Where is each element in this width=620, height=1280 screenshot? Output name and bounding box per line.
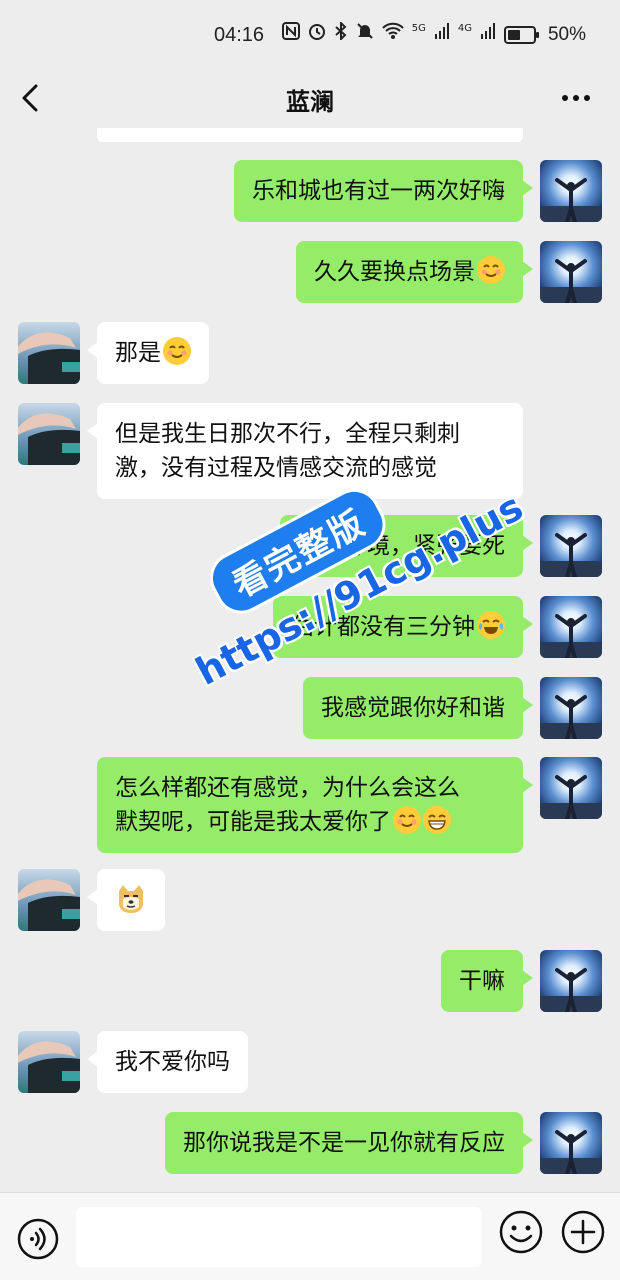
input-bar xyxy=(0,1192,620,1280)
message-text: 默契呢，可能是我太爱你了 xyxy=(115,809,391,835)
status-bar: 04:16 5G 4G 50% xyxy=(0,0,620,70)
voice-icon xyxy=(17,1218,59,1260)
message-row: 乐和城也有过一两次好嗨 xyxy=(0,160,620,222)
alarm-icon xyxy=(308,22,326,47)
chat-header: 蓝澜 xyxy=(0,70,620,128)
contact-avatar[interactable] xyxy=(18,1031,80,1093)
chat-title: 蓝澜 xyxy=(286,88,334,116)
contact-message-bubble[interactable]: 我不爱你吗 xyxy=(87,1031,248,1093)
my-avatar[interactable] xyxy=(540,677,602,739)
my-avatar[interactable] xyxy=(540,1112,602,1174)
message-row: 久久要换点场景 xyxy=(0,241,620,303)
message-text: 但是我生日那次不行，全程只剩刺 xyxy=(115,421,460,447)
message-text: 怎么样都还有感觉，为什么会这么 xyxy=(115,775,460,801)
message-row: 但是我生日那次不行，全程只剩刺 激，没有过程及情感交流的感觉 xyxy=(0,403,620,499)
message-row: 怎么样都还有感觉，为什么会这么 默契呢，可能是我太爱你了 xyxy=(0,757,620,853)
message-text: 估计都没有三分钟 xyxy=(291,614,475,640)
message-text: 我不爱你吗 xyxy=(115,1049,230,1075)
contact-avatar[interactable] xyxy=(18,403,80,465)
contact-message-bubble[interactable] xyxy=(87,869,165,931)
doge-emoji-icon xyxy=(115,885,147,921)
signal-4g-icon: 4G xyxy=(457,22,472,34)
partial-message-bubble xyxy=(97,128,523,142)
my-message-bubble[interactable]: 怎么样都还有感觉，为什么会这么 默契呢，可能是我太爱你了 xyxy=(97,757,533,853)
blush-emoji-icon xyxy=(477,256,505,284)
bluetooth-icon xyxy=(334,20,348,47)
battery-icon xyxy=(503,25,539,44)
message-text: 久久要换点场景 xyxy=(314,259,475,285)
contact-avatar[interactable] xyxy=(18,869,80,931)
more-button[interactable] xyxy=(560,84,592,112)
message-row: 那是 xyxy=(0,322,620,384)
signal-5g-icon: 5G xyxy=(411,22,426,34)
voice-button[interactable] xyxy=(16,1217,60,1261)
my-avatar[interactable] xyxy=(540,596,602,658)
wifi-icon xyxy=(382,22,404,47)
my-avatar[interactable] xyxy=(540,241,602,303)
message-text: 那种环境，紧张要死 xyxy=(298,533,505,559)
message-row: 估计都没有三分钟 xyxy=(0,596,620,658)
blush-emoji-icon xyxy=(393,806,421,834)
signal-bars-icon xyxy=(480,22,496,47)
smiley-icon xyxy=(499,1210,543,1254)
message-list[interactable]: 乐和城也有过一两次好嗨 久久要换点场景 那是 但是我生日那次不行，全程只剩刺 激… xyxy=(0,128,620,1192)
message-row: 干嘛 xyxy=(0,950,620,1012)
my-avatar[interactable] xyxy=(540,515,602,577)
my-message-bubble[interactable]: 我感觉跟你好和谐 xyxy=(303,677,533,739)
tears-of-joy-emoji-icon xyxy=(477,611,505,639)
nfc-icon xyxy=(281,22,300,47)
my-avatar[interactable] xyxy=(540,950,602,1012)
message-text: 我感觉跟你好和谐 xyxy=(321,695,505,721)
message-row: 我不爱你吗 xyxy=(0,1031,620,1093)
my-message-bubble[interactable]: 干嘛 xyxy=(441,950,533,1012)
mute-icon xyxy=(356,22,374,47)
contact-message-bubble[interactable]: 但是我生日那次不行，全程只剩刺 激，没有过程及情感交流的感觉 xyxy=(87,403,523,499)
my-message-bubble[interactable]: 那你说我是不是一见你就有反应 xyxy=(165,1112,533,1174)
message-row: 我感觉跟你好和谐 xyxy=(0,677,620,739)
contact-message-bubble[interactable]: 那是 xyxy=(87,322,209,384)
message-row: 那你说我是不是一见你就有反应 xyxy=(0,1112,620,1174)
signal-bars-icon xyxy=(434,22,450,47)
status-icons: 5G 4G 50% xyxy=(281,20,586,47)
laugh-emoji-icon xyxy=(423,806,451,834)
message-text: 激，没有过程及情感交流的感觉 xyxy=(115,455,437,481)
message-row xyxy=(0,869,620,931)
my-message-bubble[interactable]: 估计都没有三分钟 xyxy=(273,596,533,658)
message-text: 干嘛 xyxy=(459,968,505,994)
message-row: 那种环境，紧张要死 xyxy=(0,515,620,577)
my-message-bubble[interactable]: 乐和城也有过一两次好嗨 xyxy=(234,160,533,222)
emoji-button[interactable] xyxy=(498,1209,544,1255)
more-dots-icon xyxy=(562,95,590,101)
message-text: 那你说我是不是一见你就有反应 xyxy=(183,1130,505,1156)
my-message-bubble[interactable]: 那种环境，紧张要死 xyxy=(280,515,533,577)
plus-icon xyxy=(561,1210,605,1254)
blush-emoji-icon xyxy=(163,337,191,365)
my-avatar[interactable] xyxy=(540,757,602,819)
battery-percent: 50% xyxy=(547,23,586,45)
message-text: 那是 xyxy=(115,340,161,366)
my-avatar[interactable] xyxy=(540,160,602,222)
contact-avatar[interactable] xyxy=(18,322,80,384)
message-text: 乐和城也有过一两次好嗨 xyxy=(252,178,505,204)
message-input[interactable] xyxy=(76,1207,482,1267)
status-time: 04:16 xyxy=(214,24,265,46)
my-message-bubble[interactable]: 久久要换点场景 xyxy=(296,241,533,303)
more-actions-button[interactable] xyxy=(560,1209,606,1255)
